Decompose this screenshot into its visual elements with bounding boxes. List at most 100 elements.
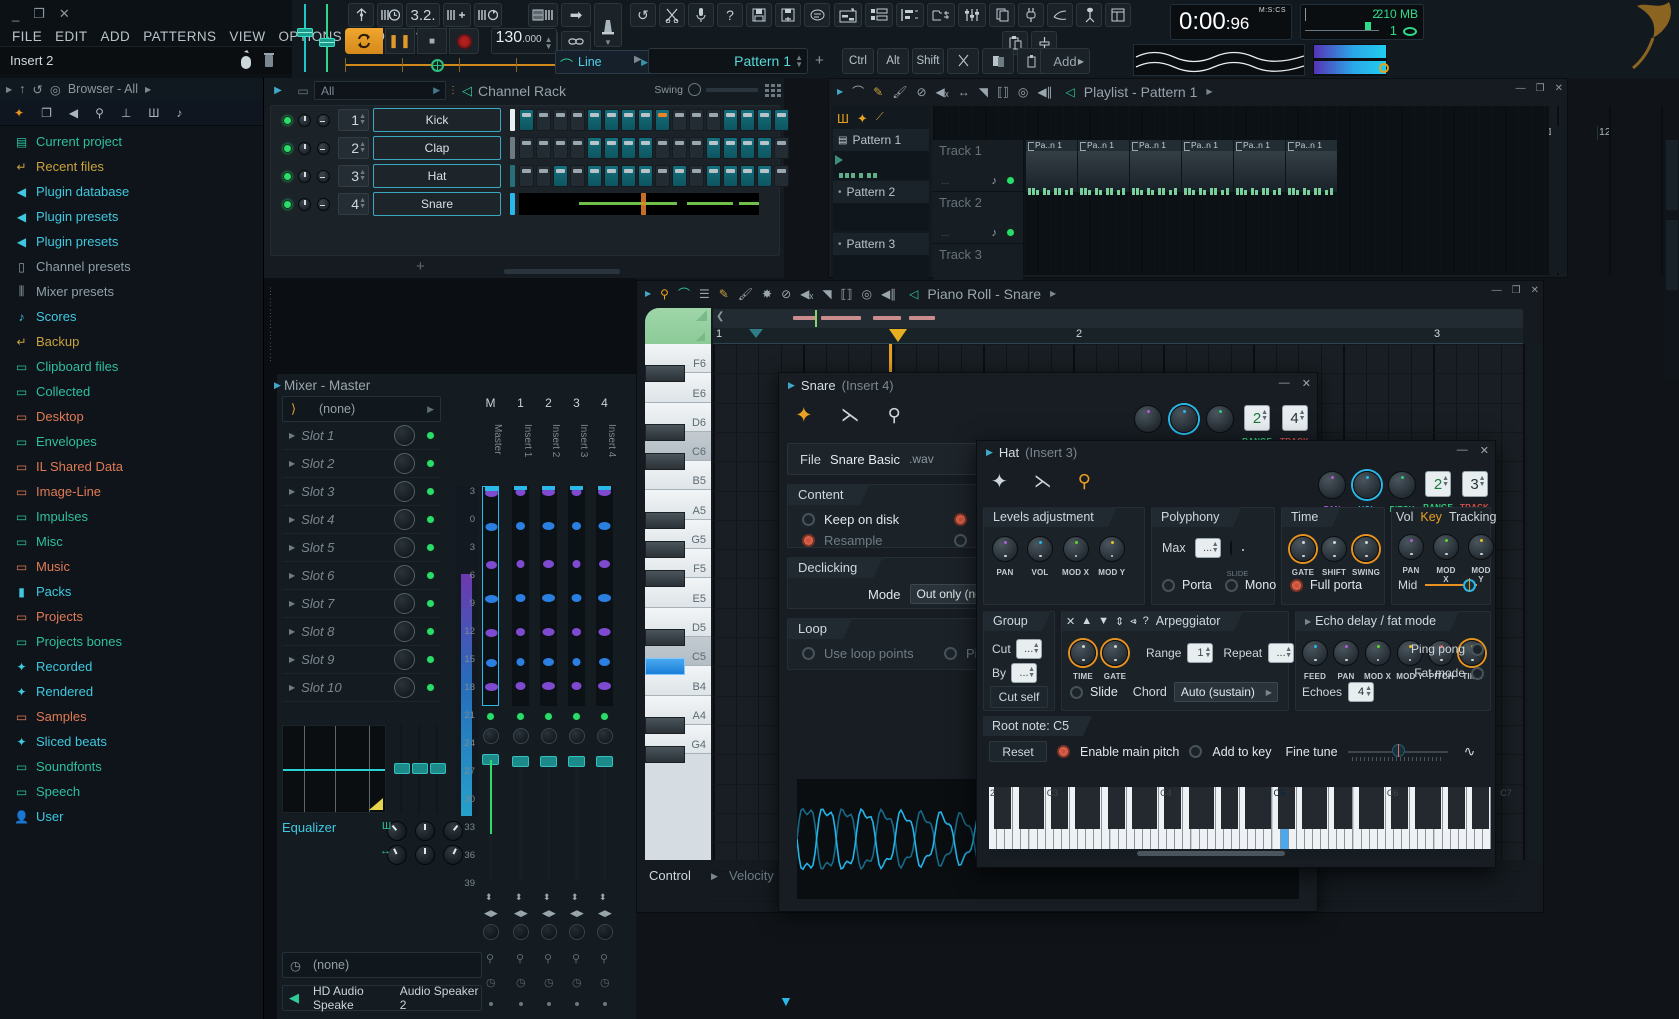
channel-volume-knob[interactable] (298, 142, 311, 155)
channel-row[interactable]: 4▲▼Snare (271, 190, 779, 218)
piano-roll-close-icon[interactable]: ✕ (1531, 285, 1539, 296)
channel-mute-led[interactable] (283, 144, 292, 153)
strip-swap-icon[interactable]: ◀▶ (514, 908, 528, 919)
strip-clock-icon[interactable]: ◷ (516, 976, 526, 989)
resample-radio[interactable] (802, 534, 815, 547)
browser-item-mixer-presets[interactable]: ⫼Mixer presets (0, 279, 263, 304)
knob-dial[interactable] (1099, 536, 1125, 562)
arrow-right-icon[interactable]: ➡ (561, 3, 591, 27)
side-tab-2[interactable] (1666, 220, 1678, 290)
eq-knob-2[interactable] (415, 821, 435, 841)
step-button[interactable] (672, 165, 687, 187)
channel-name-button[interactable]: Snare (373, 192, 501, 216)
strip-plugin-icon[interactable]: ⚲ (600, 952, 608, 965)
strip-enable-led[interactable] (572, 712, 581, 721)
tempo-spinner[interactable]: ▲▼ (545, 36, 553, 50)
slot-expand-icon[interactable]: ▶ (289, 543, 295, 552)
strip-peak-knob[interactable] (597, 924, 613, 940)
envelope-tab-icon[interactable]: ⋋ (841, 404, 860, 427)
piano-roll-playhead-marker[interactable] (889, 329, 907, 342)
piano-black-key[interactable] (645, 629, 685, 646)
playlist-maximize-icon[interactable]: ❐ (1536, 83, 1545, 94)
step-button[interactable] (604, 165, 619, 187)
mixer-strip[interactable]: MMaster⬍◀▶⚲◷ (478, 396, 503, 1019)
step-button[interactable] (689, 137, 704, 159)
range-spinner[interactable]: ▲▼ (1442, 476, 1449, 488)
slot-expand-icon[interactable]: ▶ (289, 655, 295, 664)
snap-value-display[interactable]: 3.2. (406, 3, 440, 27)
slot-expand-icon[interactable]: ▶ (289, 459, 295, 468)
mixer-output-select[interactable]: ◷ (none) (282, 952, 482, 978)
arp-updown-icon[interactable]: ⇕ (1115, 615, 1124, 628)
browser-item-current-project[interactable]: ▤Current project (0, 129, 263, 154)
browser-item-plugin-presets[interactable]: ◀Plugin presets (0, 229, 263, 254)
eq-link-icon[interactable]: Ш (382, 821, 391, 832)
song-position-bar[interactable] (345, 58, 573, 72)
hat-minimize-icon[interactable]: — (1457, 444, 1468, 457)
knob-gate[interactable]: GATE (1102, 640, 1128, 681)
knob-dial[interactable] (1206, 405, 1234, 433)
side-tab-1[interactable] (1666, 140, 1678, 210)
root-black-key[interactable] (1399, 787, 1408, 829)
fat-mode-radio[interactable] (1471, 667, 1484, 680)
channel-number-spinner[interactable]: ▲▼ (359, 198, 366, 210)
piano-roll-speaker-icon[interactable]: ◁ (909, 287, 918, 301)
paint-tool-icon[interactable]: 🖌 (892, 85, 907, 99)
step-button[interactable] (706, 165, 721, 187)
range-spinner[interactable]: ▲▼ (1261, 410, 1268, 422)
channel-number[interactable]: 3▲▼ (338, 165, 369, 187)
ctrl-key[interactable]: Ctrl (842, 48, 874, 74)
range-value-box[interactable]: 2▲▼ (1425, 471, 1451, 497)
root-black-key[interactable] (1116, 787, 1125, 829)
strip-enable-led[interactable] (516, 712, 525, 721)
root-black-key[interactable] (1172, 787, 1181, 829)
root-black-key[interactable] (1262, 787, 1271, 829)
playlist-track-header[interactable]: Track 2...♪ (933, 192, 1023, 244)
cut-value[interactable]: ... ▲▼ (1016, 639, 1042, 659)
tab-key[interactable]: Key (1420, 510, 1442, 524)
slice-tool-icon[interactable]: ◥ (979, 85, 988, 99)
channel-name-button[interactable]: Clap (373, 136, 501, 160)
mixer-strip[interactable]: 2Insert 2⬍◀▶⚲◷ (536, 396, 561, 1019)
playlist-menu-arrow-icon[interactable]: ▶ (1206, 87, 1212, 96)
step-button[interactable] (672, 109, 687, 131)
playlist-clip[interactable]: Pa..n 1 (1285, 140, 1337, 192)
mixer-strip[interactable]: 4Insert 4⬍◀▶⚲◷ (592, 396, 617, 1019)
playlist-close-icon[interactable]: ✕ (1555, 83, 1563, 94)
pattern-spinner[interactable]: ▲▼ (795, 54, 803, 68)
strip-plugin-icon[interactable]: ⚲ (486, 952, 494, 965)
piano-black-key[interactable] (645, 512, 685, 529)
piano-black-key[interactable] (645, 658, 685, 675)
root-black-key[interactable] (1432, 787, 1441, 829)
folder-icon[interactable]: ▭ (292, 84, 314, 98)
piano-roll-ruler[interactable]: 123 (713, 328, 1523, 344)
pattern-prev-arrow-icon[interactable]: ▶ (634, 54, 642, 65)
slot-expand-icon[interactable]: ▶ (289, 599, 295, 608)
step-button[interactable] (587, 165, 602, 187)
slide-knob[interactable] (1230, 540, 1232, 556)
snare-expand-icon[interactable]: ▶ (788, 380, 795, 391)
playlist-clip[interactable]: Pa..n 1 (1181, 140, 1233, 192)
playlist-clip[interactable]: Pa..n 1 (1025, 140, 1077, 192)
slip-tool-icon[interactable]: ↔ (958, 85, 970, 99)
channel-mute-led[interactable] (283, 116, 292, 125)
slot-expand-icon[interactable]: ▶ (289, 431, 295, 440)
strip-clock-icon[interactable]: ◷ (600, 976, 610, 989)
knob-dial[interactable] (1333, 640, 1359, 666)
channel-pan-knob[interactable] (317, 142, 330, 155)
mixer-icon[interactable]: ⊥ (121, 106, 131, 120)
slot-mix-knob[interactable] (394, 509, 415, 530)
ping-pong-radio[interactable] (1471, 643, 1484, 656)
piano-black-key[interactable] (645, 541, 685, 558)
select-tool-icon[interactable]: ⟦⟧ (997, 85, 1009, 99)
menu-file[interactable]: FILE (12, 29, 42, 44)
minimize-icon[interactable]: _ (12, 7, 19, 22)
mixer-slot[interactable]: ▶Slot 7 (282, 590, 441, 618)
waveform-icon[interactable]: ✦ (14, 106, 24, 120)
zoom-tool-icon[interactable]: ◎ (1018, 85, 1028, 99)
slot-enable-led[interactable] (426, 599, 435, 608)
select-tool-icon[interactable]: ⟦⟧ (841, 287, 853, 301)
menu-patterns[interactable]: PATTERNS (143, 29, 216, 44)
step-button[interactable] (519, 109, 534, 131)
time-display[interactable]: 0:00:96 M:S:CS (1170, 4, 1292, 40)
